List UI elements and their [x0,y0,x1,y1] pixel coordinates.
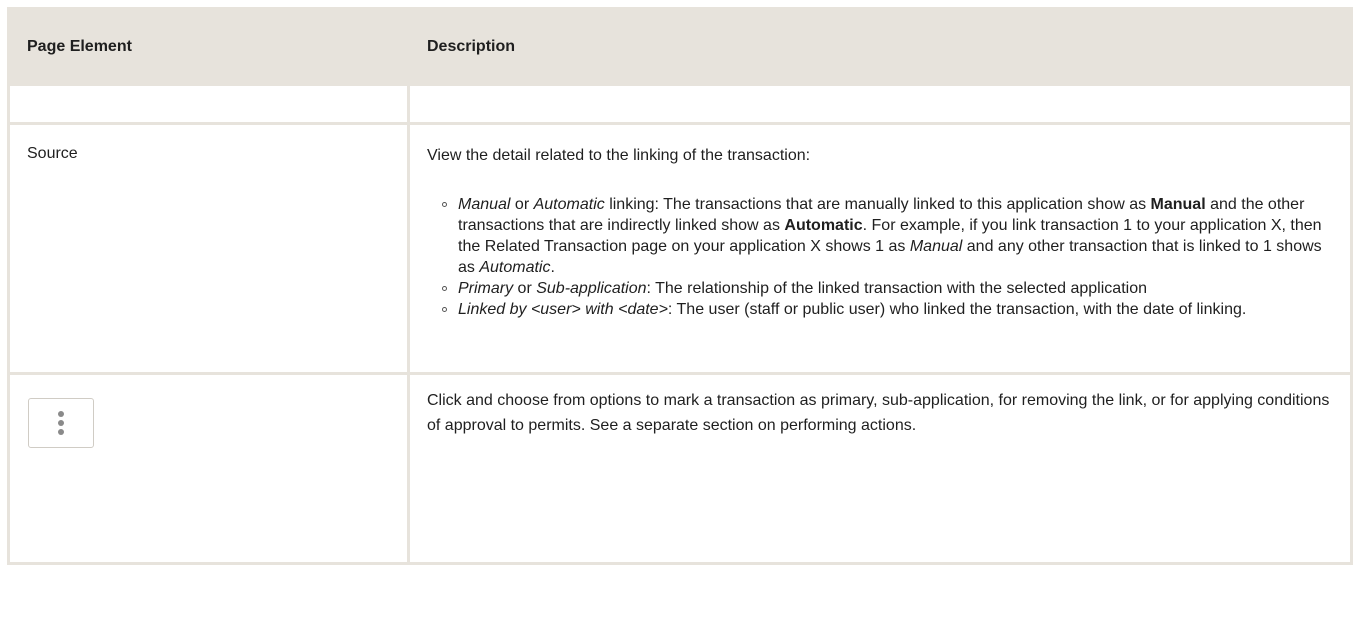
table-header-row: Page Element Description [7,7,1353,86]
source-bullet-item: Primary or Sub-application: The relation… [442,278,1338,299]
source-bullet-item: Manual or Automatic linking: The transac… [442,194,1338,278]
bullet-text-segment: : The user (staff or public user) who li… [667,301,1247,318]
source-bullet-list: Manual or Automatic linking: The transac… [427,194,1338,320]
bullet-text-segment: Manual [458,196,511,213]
bullet-text-segment: Linked by <user> with <date> [458,301,668,318]
bullet-text-segment: linking: The transactions that are manua… [604,196,1151,213]
page-elements-table: Page Element Description Source View the… [7,7,1353,565]
source-intro-text: View the detail related to the linking o… [427,147,811,164]
bullet-text-segment: Manual [1150,196,1206,213]
source-bullet-item: Linked by <user> with <date>: The user (… [442,299,1338,320]
table-row [7,83,1353,125]
bullet-text-segment: Automatic [533,196,605,213]
source-element-cell: Source [7,122,410,375]
bullet-text-segment: . [550,259,555,276]
bullet-text-segment: or [510,196,534,213]
bullet-text-segment: Manual [909,238,963,255]
bullet-text-segment: Sub-application [536,280,647,297]
action-element-cell [7,372,410,565]
bullet-text-segment: or [513,280,537,297]
action-description-cell: Click and choose from options to mark a … [407,372,1353,565]
empty-cell [407,83,1353,125]
column-header-description: Description [407,7,1353,86]
table-row: Click and choose from options to mark a … [7,372,1353,565]
kebab-dot [58,429,64,435]
kebab-dot [58,411,64,417]
empty-cell [7,83,410,125]
bullet-circle-icon [442,286,447,291]
bullet-text-segment: Automatic [784,217,863,234]
kebab-dot [58,420,64,426]
bullet-circle-icon [442,202,447,207]
bullet-circle-icon [442,307,447,312]
bullet-text-segment: Primary [458,280,514,297]
bullet-text-segment: : The relationship of the linked transac… [646,280,1147,297]
kebab-menu-icon[interactable] [28,398,94,448]
source-description-cell: View the detail related to the linking o… [407,122,1353,375]
bullet-text-segment: Automatic [479,259,551,276]
table-row: Source View the detail related to the li… [7,122,1353,375]
column-header-page-element: Page Element [7,7,410,86]
